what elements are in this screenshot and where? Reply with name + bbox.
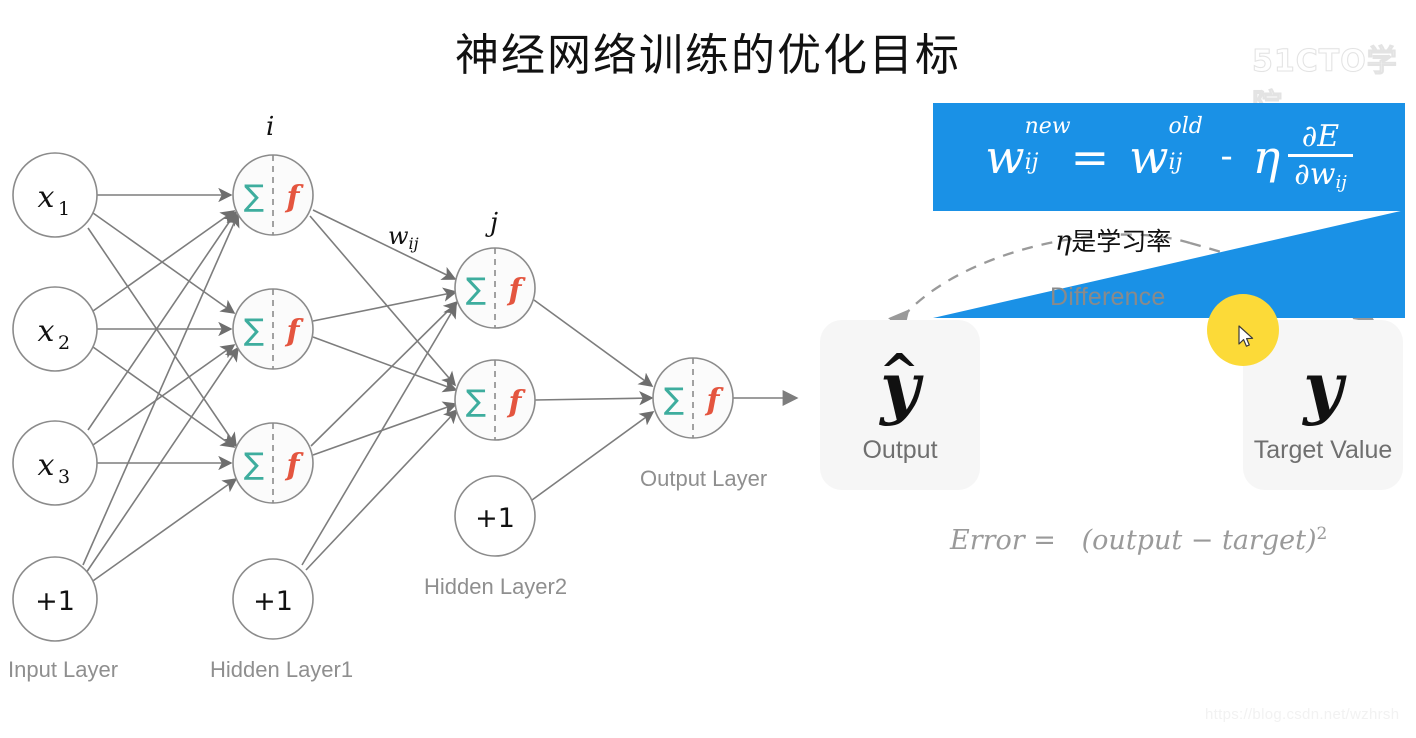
slide-canvas: 神经网络训练的优化目标 51CTO学院 — [0, 0, 1416, 738]
weight-update-formula: w new ij = w old ij - η ∂E ∂wij — [933, 103, 1405, 211]
layer-label-output: Output Layer — [640, 466, 768, 491]
svg-text:+1: +1 — [253, 586, 293, 617]
target-symbol: y — [1303, 347, 1343, 428]
output-symbol: ^ y — [879, 348, 920, 422]
input-layer-nodes: x 1 x 2 x 3 +1 — [12, 152, 98, 642]
svg-text:+1: +1 — [475, 503, 515, 534]
w-new-term: w new ij — [985, 114, 1070, 184]
svg-text:∑: ∑ — [664, 382, 684, 417]
annotation-j: j — [490, 208, 499, 238]
minus-sign: - — [1220, 136, 1233, 178]
equals-sign: = — [1070, 129, 1110, 184]
layer-label-input: Input Layer — [8, 657, 119, 682]
annotation-i: i — [266, 112, 275, 142]
svg-text:∑: ∑ — [244, 447, 264, 482]
difference-label: Difference — [1050, 283, 1166, 311]
svg-text:1: 1 — [58, 198, 70, 220]
fraction-denominator: ∂wij — [1288, 154, 1353, 193]
svg-text:∑: ∑ — [466, 384, 486, 419]
w-old-term: w old ij — [1129, 114, 1203, 184]
output-layer-node: ∑ f — [652, 357, 734, 439]
w-new-base: w — [985, 129, 1025, 184]
weight-update-formula-callout: w new ij = w old ij - η ∂E ∂wij — [933, 103, 1405, 211]
den-base: ∂w — [1294, 157, 1336, 193]
annotation-weight-wij: wij — [388, 222, 419, 253]
den-subscript: ij — [1335, 172, 1347, 194]
wij-sub: ij — [408, 234, 419, 253]
w-new-subscript: ij — [1024, 149, 1039, 175]
svg-text:3: 3 — [58, 466, 70, 488]
eta-note-symbol: η — [1055, 226, 1072, 257]
svg-text:x: x — [38, 180, 55, 215]
w-old-subscript: ij — [1168, 149, 1183, 175]
layer-label-hidden2: Hidden Layer2 — [424, 574, 568, 599]
svg-text:x: x — [38, 314, 55, 349]
error-equation-lhs: Error = — [950, 525, 1056, 556]
svg-text:x: x — [38, 448, 55, 483]
fraction-numerator: ∂E — [1301, 118, 1340, 154]
svg-text:∑: ∑ — [466, 272, 486, 307]
w-old-base: w — [1129, 129, 1169, 184]
svg-text:∑: ∑ — [244, 313, 264, 348]
mouse-cursor-icon — [1238, 325, 1254, 347]
partial-derivative-fraction: ∂E ∂wij — [1288, 121, 1353, 193]
watermark-url: https://blog.csdn.net/wzhrsh — [1205, 706, 1400, 723]
svg-text:2: 2 — [58, 332, 70, 354]
w-old-superscript: old — [1168, 113, 1203, 139]
layer-label-hidden1: Hidden Layer1 — [210, 657, 354, 682]
error-equation: Error = (output − target)2 — [950, 524, 1327, 556]
target-card-caption: Target Value — [1253, 435, 1393, 464]
eta-note-text: 是学习率 — [1071, 227, 1172, 256]
svg-text:+1: +1 — [35, 586, 75, 617]
hat-accent: ^ — [879, 343, 920, 400]
wij-base: w — [388, 222, 409, 250]
eta-symbol: η — [1252, 129, 1281, 184]
output-card-caption: Output — [862, 435, 938, 464]
w-new-superscript: new — [1024, 113, 1071, 139]
learning-rate-note: η是学习率 — [1055, 222, 1171, 258]
output-card: ^ y Output — [820, 320, 980, 490]
hidden-layer-2-nodes: ∑ f ∑ f +1 — [454, 247, 536, 557]
svg-text:∑: ∑ — [244, 179, 264, 214]
error-equation-exponent: 2 — [1316, 524, 1328, 544]
error-equation-rhs: (output − target) — [1081, 525, 1317, 556]
hidden-layer-1-nodes: ∑ f ∑ f ∑ f +1 — [232, 154, 314, 640]
